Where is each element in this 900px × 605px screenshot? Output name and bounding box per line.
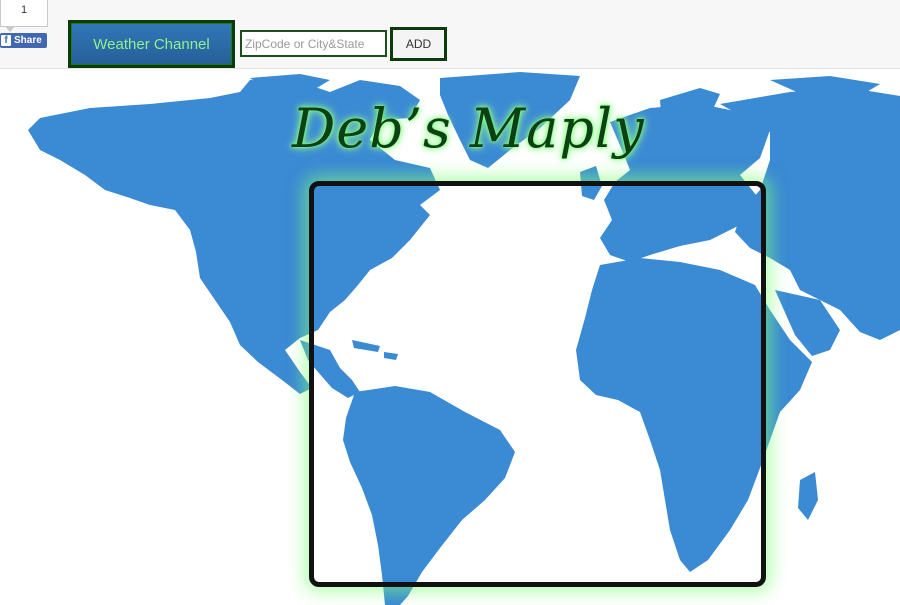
page-title: Deb’s Maply [292,97,645,160]
add-button[interactable]: ADD [390,27,447,61]
share-count: 1 [0,0,48,27]
facebook-share-button[interactable]: f Share [0,33,47,48]
map-frame[interactable] [309,181,766,587]
weather-channel-button[interactable]: Weather Channel [68,20,235,68]
facebook-f-icon: f [1,35,11,46]
facebook-share-widget: 1 f Share [0,0,50,50]
madagascar [798,472,818,520]
top-toolbar: 1 f Share Weather Channel ADD [0,0,900,69]
facebook-share-label: Share [14,35,42,46]
page: 1 f Share Weather Channel ADD Deb’s Mapl… [0,0,900,605]
location-search-input[interactable] [240,30,387,57]
share-count-pointer [5,26,15,32]
